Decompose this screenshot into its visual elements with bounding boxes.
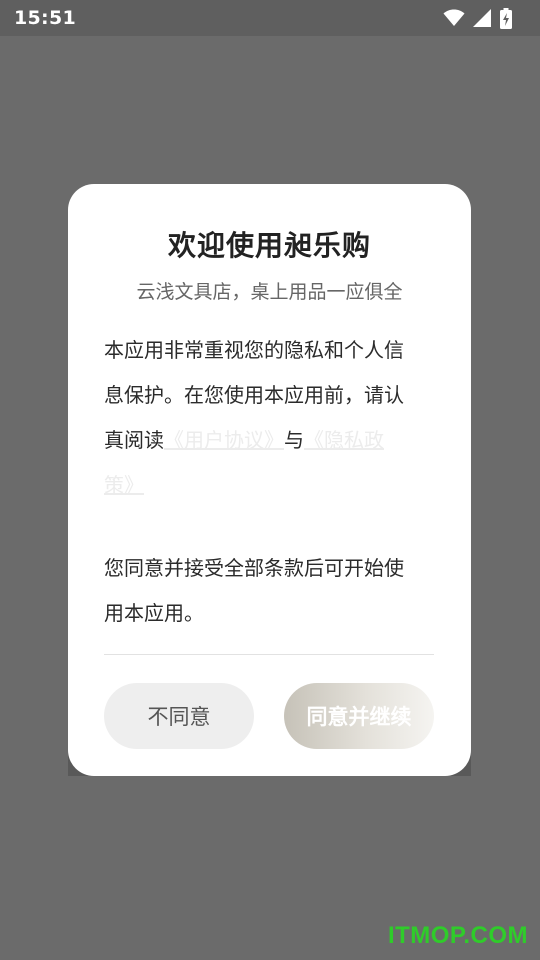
body-line: 真阅读《用户协议》与《隐私政 [104, 418, 434, 463]
agree-continue-button[interactable]: 同意并继续 [284, 683, 434, 749]
status-icons [443, 7, 512, 29]
privacy-dialog: 欢迎使用昶乐购 云浅文具店，桌上用品一应俱全 本应用非常重视您的隐私和个人信 息… [68, 184, 471, 776]
body-line: 策》 [104, 463, 434, 508]
battery-charging-icon [500, 7, 512, 29]
divider [104, 654, 434, 655]
user-agreement-link[interactable]: 《用户协议》 [164, 428, 284, 452]
wifi-icon [443, 9, 465, 26]
body-text: 真阅读 [104, 428, 164, 452]
disagree-button[interactable]: 不同意 [104, 683, 254, 749]
body-line: 息保护。在您使用本应用前，请认 [104, 383, 404, 407]
body-text: 与 [284, 428, 304, 452]
status-time: 15:51 [14, 7, 76, 29]
body-line: 您同意并接受全部条款后可开始使 [104, 556, 404, 580]
dialog-title: 欢迎使用昶乐购 [167, 229, 371, 262]
privacy-policy-link-continued[interactable]: 策》 [104, 473, 144, 497]
body-line: 用本应用。 [104, 601, 204, 625]
status-bar: 15:51 [0, 0, 540, 36]
watermark: ITMOP.COM [387, 922, 528, 949]
cellular-signal-icon [473, 9, 491, 27]
body-line: 本应用非常重视您的隐私和个人信 [104, 338, 404, 362]
privacy-policy-link[interactable]: 《隐私政 [304, 428, 384, 452]
dialog-subtitle: 云浅文具店，桌上用品一应俱全 [136, 281, 403, 303]
dialog-body: 本应用非常重视您的隐私和个人信 息保护。在您使用本应用前，请认 真阅读《用户协议… [104, 328, 434, 636]
